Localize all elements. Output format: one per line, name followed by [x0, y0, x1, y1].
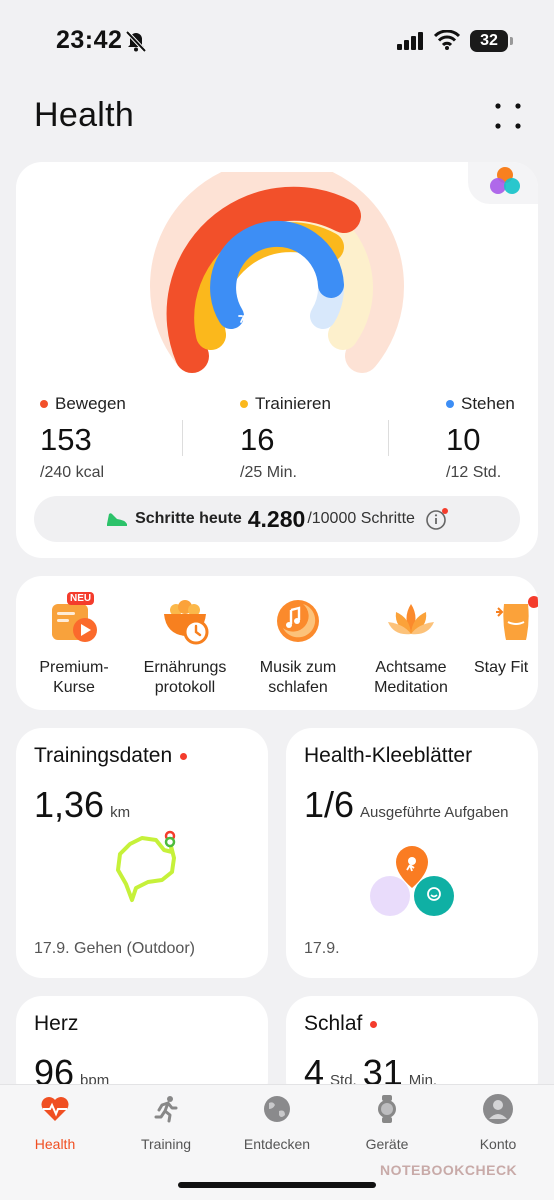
service-premium-courses[interactable]: NEU Premium- Kurse [22, 592, 126, 698]
divider [182, 420, 183, 456]
clover-unit: Ausgeführte Aufgaben [360, 804, 509, 821]
tab-account[interactable]: Konto [448, 1093, 548, 1152]
divider [388, 420, 389, 456]
watch-icon [378, 1095, 396, 1123]
service-nutrition-log[interactable]: Ernährungs protokoll [133, 596, 237, 698]
stand-dot [446, 400, 454, 408]
service-sleep-music[interactable]: Musik zum schlafen [246, 596, 350, 698]
music-moon-icon [277, 600, 319, 642]
card-title: Schlaf [304, 1012, 363, 1035]
shoe-icon [107, 513, 128, 526]
route-map [116, 830, 176, 902]
activity-rings [150, 172, 404, 373]
notification-dot [370, 1020, 378, 1028]
new-badge: NEU [67, 592, 95, 605]
clover-icon [370, 846, 454, 916]
card-title: Herz [34, 1012, 79, 1035]
tab-label: Health [34, 1136, 76, 1152]
service-stay-fit[interactable]: Stay Fit [472, 596, 538, 678]
watermark: NOTEBOOKCHECK [380, 1162, 518, 1178]
health-clover-card[interactable]: Health-Kleeblätter 1/6 Ausgeführte Aufga… [286, 728, 538, 978]
service-label: Ernährungs [143, 659, 227, 676]
more-grid-icon[interactable] [494, 102, 522, 130]
metric-goal: /25 Min. [240, 464, 297, 481]
service-label: Premium- [39, 659, 109, 676]
services-carousel[interactable]: NEU Premium- Kurse Ernährungs protokoll [16, 576, 538, 710]
service-label: Kurse [53, 679, 95, 696]
three-circles-icon [490, 167, 520, 194]
metric-move: Bewegen 153 /240 kcal [40, 394, 126, 482]
status-time: 23:42 [56, 26, 123, 54]
activity-rings-card[interactable]: Bewegen 153 /240 kcal Trainieren 16 /25 … [16, 162, 538, 558]
lotus-icon [388, 604, 434, 635]
tab-training[interactable]: Training [116, 1093, 216, 1152]
signal-icon [397, 32, 423, 50]
steps-goal: /10000 Schritte [307, 510, 415, 527]
steps-today-bar[interactable]: Schritte heute 4.280 /10000 Schritte [34, 496, 520, 542]
bell-muted-icon [125, 30, 147, 53]
exercise-dot [240, 400, 248, 408]
service-meditation[interactable]: Achtsame Meditation [359, 596, 463, 698]
person-icon [483, 1094, 513, 1124]
card-title: Trainingsdaten [34, 744, 173, 767]
distance-value: 1,36 [34, 784, 105, 825]
wifi-icon [434, 30, 460, 50]
tab-label: Training [140, 1136, 192, 1152]
tab-label: Konto [479, 1136, 517, 1152]
service-label: protokoll [154, 679, 216, 696]
move-dot [40, 400, 48, 408]
metric-goal: /240 kcal [40, 464, 105, 481]
metric-exercise: Trainieren 16 /25 Min. [240, 394, 331, 482]
heart-pulse-icon [41, 1097, 69, 1121]
metric-stand: Stehen 10 /12 Std. [446, 394, 515, 482]
service-label: schlafen [268, 679, 328, 696]
clover-progress: 1/6 [304, 784, 355, 825]
tab-health[interactable]: Health [5, 1093, 105, 1152]
flame-icon [218, 347, 229, 362]
page-title: Health [34, 96, 135, 134]
battery-indicator: 32 [470, 30, 513, 52]
tab-discover[interactable]: Entdecken [227, 1093, 327, 1152]
card-title: Health-Kleeblätter [304, 744, 473, 767]
metric-value: 16 [240, 422, 275, 457]
body-shape-icon [492, 596, 538, 640]
metric-goal: /12 Std. [446, 464, 502, 481]
metric-label: Bewegen [55, 394, 126, 413]
clover-footer: 17.9. [304, 940, 340, 957]
activity-view-toggle[interactable] [468, 162, 538, 204]
steps-label: Schritte heute [135, 510, 242, 527]
service-label: Stay Fit [474, 659, 529, 676]
globe-icon [264, 1096, 290, 1122]
service-label: Achtsame [375, 659, 447, 676]
tab-devices[interactable]: Geräte [337, 1093, 437, 1152]
steps-value: 4.280 [247, 505, 306, 532]
service-label: Musik zum [259, 659, 337, 676]
metric-label: Stehen [461, 394, 515, 413]
metric-label: Trainieren [255, 394, 331, 413]
training-footer: 17.9. Gehen (Outdoor) [34, 940, 195, 957]
info-icon[interactable] [425, 507, 449, 531]
distance-unit: km [110, 804, 131, 821]
training-data-card[interactable]: Trainingsdaten 1,36 km 17.9. Gehen (Outd… [16, 728, 268, 978]
tab-label: Entdecken [243, 1136, 311, 1152]
food-bowl-icon [164, 600, 209, 645]
tab-label: Geräte [365, 1136, 409, 1152]
standing-person-icon [253, 288, 269, 310]
status-bar: 23:42 32 [0, 0, 554, 84]
notification-dot [180, 752, 188, 760]
runner-icon [154, 1096, 178, 1123]
service-label: Meditation [374, 679, 448, 696]
home-indicator[interactable] [178, 1182, 376, 1188]
metric-value: 10 [446, 422, 481, 457]
metric-value: 153 [40, 422, 92, 457]
